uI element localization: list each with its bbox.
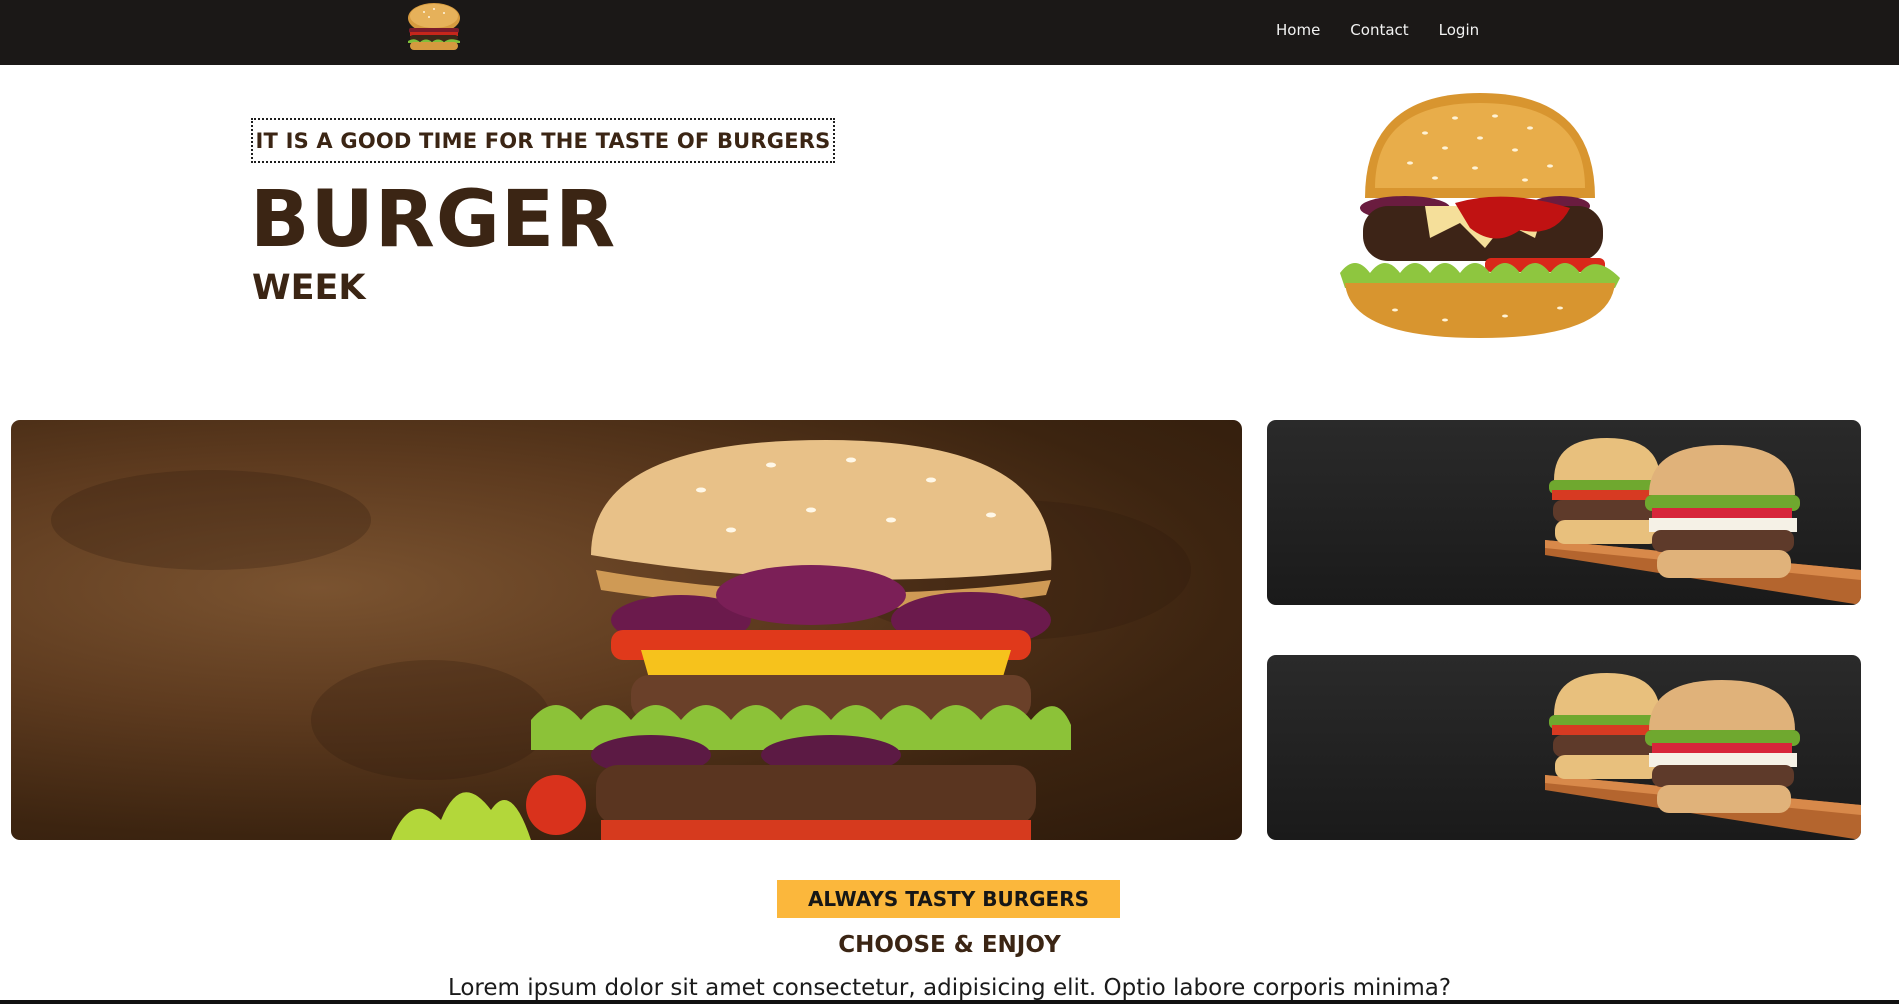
- burger-logo-icon[interactable]: [404, 2, 464, 52]
- nav-link-login[interactable]: Login: [1439, 21, 1479, 39]
- section-title: CHOOSE & ENJOY: [838, 932, 1061, 958]
- two-burgers-on-board-photo: [1267, 655, 1861, 840]
- navbar: Home Contact Login: [0, 0, 1899, 65]
- hero-tagline: IT IS A GOOD TIME FOR THE TASTE OF BURGE…: [251, 118, 835, 163]
- nav-link-home[interactable]: Home: [1276, 21, 1320, 39]
- burger-closeup-photo: [11, 420, 1242, 840]
- divider: [0, 1000, 1899, 1004]
- cheeseburger-image: [1335, 88, 1625, 343]
- section-description: Lorem ipsum dolor sit amet consectetur, …: [447, 975, 1452, 1001]
- two-burgers-on-board-photo: [1267, 420, 1861, 605]
- nav-link-contact[interactable]: Contact: [1350, 21, 1408, 39]
- hero-subtitle: WEEK: [252, 268, 366, 308]
- hero-title: BURGER: [250, 175, 617, 265]
- nav-menu: Home Contact Login: [1276, 21, 1479, 39]
- promo-badge: ALWAYS TASTY BURGERS: [777, 880, 1120, 918]
